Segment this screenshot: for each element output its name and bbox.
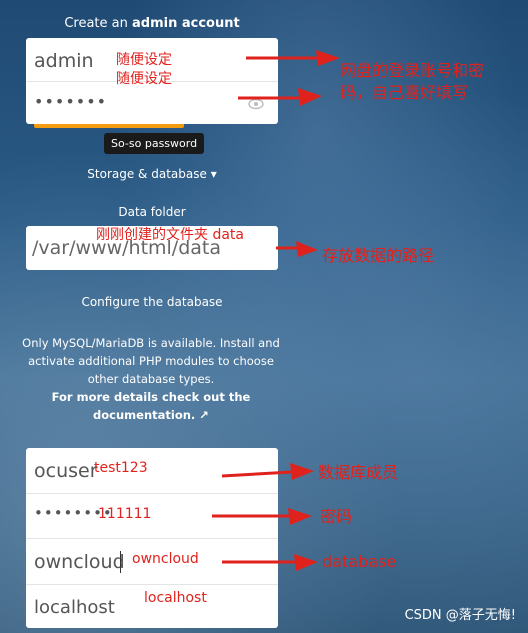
db-user-note: 数据库成员 bbox=[318, 463, 399, 482]
db-name-note: database bbox=[322, 552, 397, 571]
configure-database-label: Configure the database bbox=[81, 295, 223, 309]
db-user-annotation: test123 bbox=[94, 460, 148, 476]
db-host-annotation: localhost bbox=[144, 590, 207, 606]
db-host-value: localhost bbox=[34, 597, 115, 618]
db-user-field[interactable]: ocuser bbox=[26, 448, 278, 494]
documentation-link[interactable]: For more details check out the documenta… bbox=[20, 388, 282, 424]
db-name-value: owncloud bbox=[34, 551, 125, 573]
db-user-value: ocuser bbox=[34, 460, 98, 482]
chevron-down-icon: ▾ bbox=[210, 167, 217, 181]
password-strength-tooltip: So-so password bbox=[104, 133, 205, 154]
db-password-field[interactable]: •••••••• bbox=[26, 494, 278, 539]
admin-password-value: ••••••• bbox=[34, 92, 108, 111]
page-title: Create an admin account bbox=[64, 16, 240, 31]
text-cursor bbox=[120, 551, 121, 573]
db-pass-annotation: 111111 bbox=[98, 506, 152, 522]
db-pass-note: 密码 bbox=[320, 507, 353, 526]
folder-note: 存放数据的路径 bbox=[322, 246, 435, 265]
storage-database-toggle[interactable]: Storage & database ▾ bbox=[26, 167, 278, 181]
db-name-annotation: owncloud bbox=[132, 551, 199, 567]
password-strength-bar bbox=[34, 124, 184, 128]
admin-hint-1: 随便设定 bbox=[116, 52, 172, 68]
database-info-text: Only MySQL/MariaDB is available. Install… bbox=[22, 336, 280, 386]
eye-icon[interactable] bbox=[248, 95, 264, 114]
login-note: 网盘的登录账号和密 码，自己喜好填写 bbox=[340, 61, 485, 102]
folder-hint: 刚刚创建的文件夹 data bbox=[96, 227, 244, 243]
watermark: CSDN @落子无悔! bbox=[404, 608, 516, 623]
admin-hint-2: 随便设定 bbox=[116, 71, 172, 87]
admin-password-field[interactable]: ••••••• bbox=[26, 82, 278, 124]
admin-username-value: admin bbox=[34, 50, 94, 72]
data-folder-label: Data folder bbox=[118, 205, 186, 219]
